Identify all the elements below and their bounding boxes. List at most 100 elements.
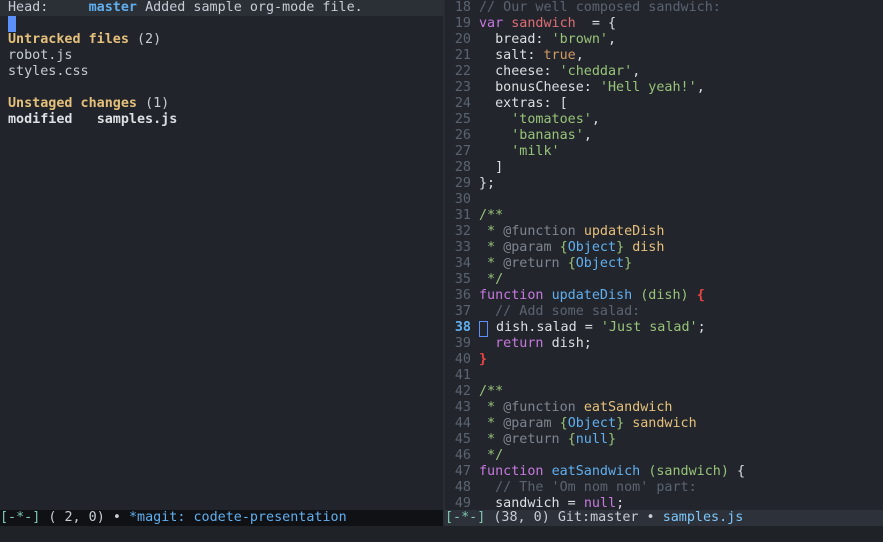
text-cursor [8,16,16,32]
code-line[interactable]: 35 */ [445,272,883,288]
code-line[interactable]: 38 dish.salad = 'Just salad'; [445,320,883,337]
line-number: 42 [454,384,471,399]
code-line[interactable]: 31 /** [445,208,883,224]
code-text[interactable]: cheese: 'cheddar', [479,64,883,80]
code-line[interactable]: 49 sandwich = null; [445,496,883,510]
line-number: 18 [454,0,471,15]
code-line[interactable]: 34 * @return {Object} [445,256,883,272]
magit-status-pane[interactable]: Head: master Added sample org-mode file.… [0,0,443,510]
modeline-buffer-name[interactable]: *magit: codete-presentation [129,510,347,525]
code-line[interactable]: 20 bread: 'brown', [445,32,883,48]
code-text[interactable]: * @function eatSandwich [479,400,883,416]
head-branch[interactable]: master [89,0,137,15]
code-text[interactable]: sandwich = null; [479,496,883,510]
code-text[interactable]: function eatSandwich (sandwich) { [479,464,883,480]
line-number: 45 [454,432,471,447]
code-text[interactable]: }; [479,176,883,192]
code-line[interactable]: 36 function updateDish (dish) { [445,288,883,304]
code-text[interactable]: dish.salad = 'Just salad'; [479,320,883,337]
minibuffer[interactable] [0,526,883,542]
code-text[interactable]: /** [479,384,883,400]
code-line[interactable]: 21 salt: true, [445,48,883,64]
line-number: 22 [454,64,471,79]
code-text[interactable] [479,192,883,208]
code-text[interactable]: * @param {Object} dish [479,240,883,256]
code-line[interactable]: 27 'milk' [445,144,883,160]
code-text[interactable]: * @param {Object} sandwich [479,416,883,432]
code-line[interactable]: 28 ] [445,160,883,176]
code-line[interactable]: 22 cheese: 'cheddar', [445,64,883,80]
code-line[interactable]: 18 // Our well composed sandwich: [445,0,883,16]
code-token: dish; [551,336,592,351]
code-text[interactable]: 'bananas', [479,128,883,144]
code-text[interactable]: * @return {Object} [479,256,883,272]
code-text[interactable]: function updateDish (dish) { [479,288,883,304]
code-token: , [696,80,705,95]
unstaged-file-row[interactable]: modified samples.js [0,112,443,128]
code-line[interactable]: 32 * @function updateDish [445,224,883,240]
code-line[interactable]: 30 [445,192,883,208]
code-line[interactable]: 48 // The 'Om nom nom' part: [445,480,883,496]
modeline-left[interactable]: [-*-] ( 2, 0) • *magit: codete-presentat… [0,510,443,526]
line-number: 34 [454,256,471,271]
code-text[interactable]: bread: 'brown', [479,32,883,48]
code-line[interactable]: 40} [445,352,883,368]
modeline-right[interactable]: [-*-] (38, 0) Git:master • samples.js [445,510,883,526]
unstaged-section-header[interactable]: Unstaged changes (1) [0,96,443,112]
code-token: } [624,256,633,271]
code-token: dish [632,240,665,255]
code-text[interactable]: /** [479,208,883,224]
unstaged-file[interactable]: samples.js [97,112,178,127]
code-token: ] [479,160,504,175]
code-token: /** [479,208,504,223]
code-line[interactable]: 25 'tomatoes', [445,112,883,128]
magit-head-line[interactable]: Head: master Added sample org-mode file. [0,0,443,16]
modeline-state: [-*-] [0,510,41,525]
code-line[interactable]: 39 return dish; [445,336,883,352]
code-line[interactable]: 26 'bananas', [445,128,883,144]
code-line[interactable]: 29}; [445,176,883,192]
code-line[interactable]: 44 * @param {Object} sandwich [445,416,883,432]
untracked-section-header[interactable]: Untracked files (2) [0,32,443,48]
code-text[interactable]: */ [479,448,883,464]
cursor-line[interactable] [0,16,443,32]
untracked-file[interactable]: robot.js [0,48,443,64]
code-line[interactable]: 24 extras: [ [445,96,883,112]
code-text[interactable]: salt: true, [479,48,883,64]
code-line[interactable]: 46 */ [445,448,883,464]
code-text[interactable]: * @function updateDish [479,224,883,240]
code-line[interactable]: 23 bonusCheese: 'Hell yeah!', [445,80,883,96]
code-text[interactable] [479,368,883,384]
code-text[interactable]: * @return {null} [479,432,883,448]
line-number: 44 [454,416,471,431]
code-editor-pane[interactable]: 18 // Our well composed sandwich: 19 var sa… [445,0,883,510]
code-text[interactable]: ] [479,160,883,176]
code-text[interactable]: bonusCheese: 'Hell yeah!', [479,80,883,96]
untracked-file[interactable]: styles.css [0,64,443,80]
code-text[interactable]: // Add some salad: [479,304,883,320]
code-line[interactable]: 33 * @param {Object} dish [445,240,883,256]
code-line[interactable]: 41 [445,368,883,384]
unstaged-title: Unstaged changes [8,96,137,111]
code-line[interactable]: 42 /** [445,384,883,400]
code-text[interactable]: // The 'Om nom nom' part: [479,480,883,496]
line-number: 33 [454,240,471,255]
code-text[interactable]: } [479,352,883,368]
line-number: 47 [454,464,471,479]
code-text[interactable]: var sandwich = { [479,16,883,32]
code-text[interactable]: extras: [ [479,96,883,112]
modeline-buffer-name[interactable]: samples.js [663,510,744,525]
code-text[interactable]: 'milk' [479,144,883,160]
line-number: 20 [454,32,471,47]
code-text[interactable]: // Our well composed sandwich: [479,0,883,16]
code-line[interactable]: 45 * @return {null} [445,432,883,448]
code-line[interactable]: 47 function eatSandwich (sandwich) { [445,464,883,480]
code-text[interactable]: */ [479,272,883,288]
unstaged-status: modified [8,112,73,127]
code-line[interactable]: 37 // Add some salad: [445,304,883,320]
code-line[interactable]: 43 * @function eatSandwich [445,400,883,416]
line-number: 40 [454,352,471,367]
code-text[interactable]: 'tomatoes', [479,112,883,128]
code-text[interactable]: return dish; [479,336,883,352]
code-line[interactable]: 19 var sandwich = { [445,16,883,32]
